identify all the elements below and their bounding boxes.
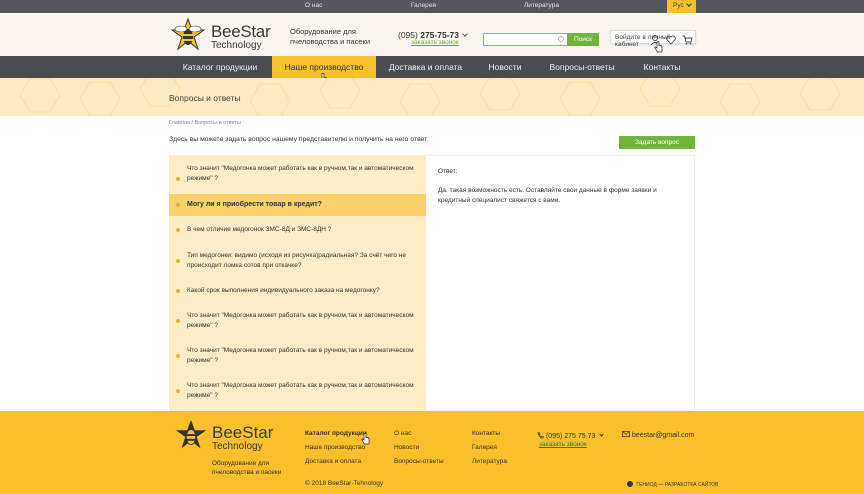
nav-item-news[interactable]: Новости	[475, 56, 535, 78]
footer-callback-link[interactable]: заказать звонок	[539, 441, 587, 448]
top-link-gallery[interactable]: Галерея	[411, 2, 436, 9]
faq-question: Что значит "Медогонка может работать как…	[187, 165, 414, 182]
footer-link-about[interactable]: О нас	[394, 430, 411, 437]
footer-link-production[interactable]: Наше производство	[305, 444, 365, 451]
footer-tagline: Оборудование для пчеловодства и пасеки	[212, 460, 282, 476]
faq-list: Что значит "Медогонка может работать как…	[169, 155, 426, 411]
honeycomb-pattern	[19, 78, 841, 116]
main-nav: Каталог продукции Наше производство Дост…	[0, 56, 864, 85]
footer-link-gallery[interactable]: Галерея	[472, 444, 497, 451]
hand-cursor-icon	[654, 41, 663, 53]
language-selector[interactable]: Рус	[667, 0, 696, 13]
footer-logo-sub: Technology	[212, 441, 263, 452]
intro-text: Здесь вы можете задать вопрос нашему пре…	[169, 136, 428, 143]
heart-icon[interactable]	[666, 35, 676, 45]
bullet-icon	[176, 354, 180, 358]
chevron-down-icon	[462, 31, 469, 37]
footer-link-delivery[interactable]: Доставка и оплата	[305, 458, 361, 465]
search-icon	[558, 36, 564, 42]
faq-item[interactable]: Тип медогонки: видимо (исходя из рисунка…	[169, 251, 426, 273]
faq-item[interactable]: Что значит "Медогонка может работать как…	[169, 311, 426, 333]
faq-question: Какой срок выполнения индивидуального за…	[187, 287, 380, 294]
footer-phone-number: (095) 275 75 73	[545, 433, 596, 440]
faq-question: Что значит "Медогонка может работать как…	[187, 312, 414, 329]
ask-question-button[interactable]: Задать вопрос	[619, 136, 695, 149]
faq-item[interactable]: Что значит "Медогонка может работать как…	[169, 346, 426, 368]
footer-logo-brand: BeeStar	[212, 423, 274, 442]
faq-question: Что значит "Медогонка может работать как…	[187, 347, 414, 364]
page-title-band: Вопросы и ответы	[0, 78, 864, 116]
bee-logo-icon	[175, 419, 207, 449]
bullet-icon	[176, 203, 180, 207]
logo-text-brand: BeeStar	[211, 22, 271, 41]
search-button[interactable]: Поиск	[567, 33, 599, 46]
footer-email-address: beestar@gmail.com	[631, 432, 695, 439]
footer-phone[interactable]: (095) 275 75 73	[537, 431, 604, 440]
footer-developer[interactable]: ГЕНИОД — РАЗРАБОТКА САЙТОВ	[627, 480, 719, 488]
search-input[interactable]	[483, 33, 568, 46]
bullet-icon	[176, 289, 180, 293]
answer-panel: Ответ: Да, такая возможность есть. Остав…	[426, 155, 695, 411]
chevron-down-icon	[685, 1, 692, 7]
faq-question: Что значит "Медогонка может работать как…	[187, 382, 414, 399]
bullet-icon	[176, 259, 180, 263]
bullet-icon	[176, 228, 180, 232]
phone-icon	[537, 432, 544, 439]
header-tagline: Оборудование для пчеловодства и пасеки	[290, 27, 371, 46]
footer-link-news[interactable]: Новости	[394, 444, 419, 451]
faq-question: В чем отличие медогонок ЗМС-8Д и ЗМС-8ДН…	[187, 226, 332, 233]
cart-icon[interactable]	[682, 35, 693, 45]
nav-item-catalog[interactable]: Каталог продукции	[169, 56, 271, 78]
breadcrumb[interactable]: Главная / Вопросы и ответы	[169, 120, 241, 126]
footer-link-faq[interactable]: Вопросы-ответы	[394, 458, 444, 465]
faq-item[interactable]: Что значит "Медогонка может работать как…	[169, 381, 426, 403]
faq-item-active[interactable]: Могу ли я приобрести товар в кредит?	[169, 194, 426, 216]
faq-item[interactable]: Что значит "Медогонка может работать как…	[169, 163, 426, 193]
header: BeeStar Technology Оборудование для пчел…	[0, 13, 864, 56]
developer-logo-icon	[627, 481, 633, 487]
nav-item-contacts[interactable]: Контакты	[629, 56, 695, 78]
hand-cursor-icon	[361, 433, 370, 445]
top-bar: О нас Галерея Литература Рус	[0, 0, 864, 13]
answer-label: Ответ:	[438, 168, 458, 175]
nav-item-delivery[interactable]: Доставка и оплата	[377, 56, 474, 78]
footer-link-catalog[interactable]: Каталог продукции	[305, 430, 367, 437]
logo-text-sub: Technology	[211, 40, 262, 51]
page-title: Вопросы и ответы	[169, 93, 241, 103]
callback-link[interactable]: заказать звонок	[411, 39, 459, 46]
logo[interactable]: BeeStar Technology	[168, 17, 278, 55]
bullet-icon	[176, 319, 180, 323]
bullet-icon	[176, 389, 180, 393]
top-link-literature[interactable]: Литература	[524, 2, 559, 9]
answer-text: Да, такая возможность есть. Оставляйте с…	[438, 187, 657, 204]
faq-item[interactable]: В чем отличие медогонок ЗМС-8Д и ЗМС-8ДН…	[169, 225, 426, 237]
chevron-down-icon	[599, 432, 604, 437]
bullet-icon	[176, 177, 180, 181]
language-label: Рус	[673, 2, 684, 9]
developer-label: ГЕНИОД — РАЗРАБОТКА САЙТОВ	[636, 482, 719, 488]
footer-logo[interactable]: BeeStar Technology	[172, 417, 274, 457]
nav-item-faq[interactable]: Вопросы-ответы	[536, 56, 628, 78]
mail-icon	[622, 431, 630, 437]
footer: BeeStar Technology Оборудование для пчел…	[0, 411, 864, 494]
footer-copyright: © 2018 BeeStar-Tehnology	[305, 480, 384, 487]
top-link-about[interactable]: О нас	[305, 2, 322, 9]
bee-logo-icon	[170, 17, 206, 51]
faq-item[interactable]: Какой срок выполнения индивидуального за…	[169, 286, 426, 298]
faq-question: Тип медогонки: видимо (исходя из рисунка…	[187, 252, 406, 269]
footer-link-literature[interactable]: Литература	[472, 458, 507, 465]
faq-question: Могу ли я приобрести товар в кредит?	[187, 201, 322, 208]
footer-email[interactable]: beestar@gmail.com	[622, 431, 694, 439]
footer-link-contacts[interactable]: Контакты	[472, 430, 500, 437]
